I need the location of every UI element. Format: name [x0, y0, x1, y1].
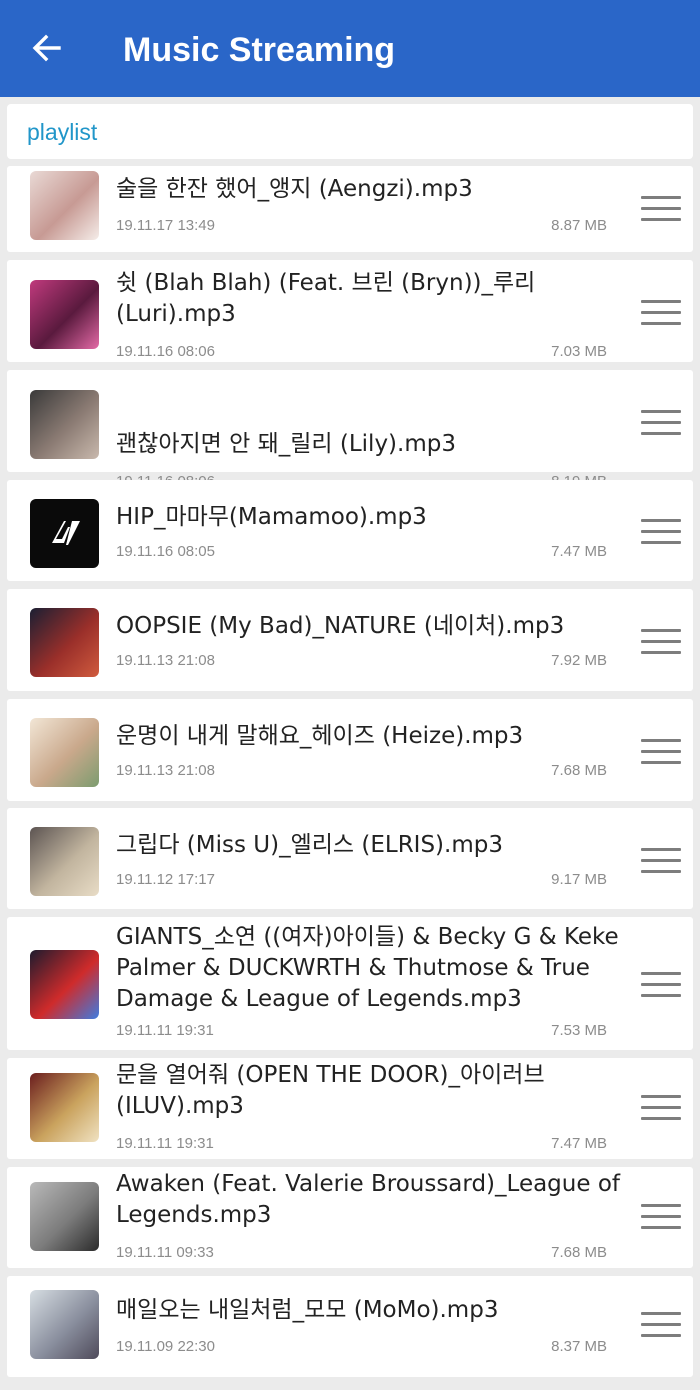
song-title: 괜찮아지면 안 돼_릴리 (Lily).mp3: [116, 431, 456, 457]
playlist-item[interactable]: 문을 열어줘 (OPEN THE DOOR)_아이러브 (ILUV).mp3 19…: [7, 1058, 693, 1159]
song-file-size: 7.47 MB: [551, 1135, 607, 1152]
drag-handle-icon[interactable]: [641, 196, 681, 222]
drag-handle-icon[interactable]: [641, 410, 681, 436]
drag-handle-icon[interactable]: [641, 972, 681, 998]
playlist-item[interactable]: 매일오는 내일처럼_모모 (MoMo).mp3 19.11.09 22:30 8.3…: [7, 1276, 693, 1377]
song-title: 쉿 (Blah Blah) (Feat. 브린 (Bryn))_루리 (Luri…: [116, 270, 536, 327]
album-art: [30, 1290, 99, 1359]
song-date: 19.11.13 21:08: [116, 652, 215, 669]
album-art: [30, 950, 99, 1019]
song-file-size: 7.53 MB: [551, 1022, 607, 1039]
page-title: Music Streaming: [123, 31, 396, 69]
song-file-size: 8.37 MB: [551, 1338, 607, 1355]
drag-handle-icon[interactable]: [641, 300, 681, 326]
playlist-item[interactable]: OOPSIE (My Bad)_NATURE (네이처).mp3 19.11.13…: [7, 589, 693, 691]
song-file-size: 8.87 MB: [551, 217, 607, 234]
song-date: 19.11.11 19:31: [116, 1022, 214, 1039]
song-date: 19.11.12 17:17: [116, 871, 215, 888]
drag-handle-icon[interactable]: [641, 1204, 681, 1230]
app-bar: Music Streaming: [0, 0, 700, 97]
playlist-item[interactable]: 술을 한잔 했어_앵지 (Aengzi).mp3 19.11.17 13:49 8.…: [7, 166, 693, 252]
album-art: [30, 499, 99, 568]
album-art: [30, 608, 99, 677]
song-title: 매일오는 내일처럼_모모 (MoMo).mp3: [116, 1297, 499, 1323]
song-title: GIANTS_소연 ((여자)아이들) & Becky G & Keke Pal…: [116, 924, 619, 1012]
song-date: 19.11.11 09:33: [116, 1244, 214, 1261]
album-art: [30, 718, 99, 787]
song-title: 그립다 (Miss U)_엘리스 (ELRIS).mp3: [116, 832, 503, 858]
song-title: HIP_마마무(Mamamoo).mp3: [116, 504, 427, 530]
drag-handle-icon[interactable]: [641, 1312, 681, 1338]
playlist-item[interactable]: 괜찮아지면 안 돼_릴리 (Lily).mp319.11.16 08:068.1…: [7, 370, 693, 490]
playlist-item[interactable]: 운명이 내게 말해요_헤이즈 (Heize).mp3 19.11.13 21:08…: [7, 699, 693, 801]
song-date: 19.11.16 08:05: [116, 543, 215, 560]
album-art: [30, 171, 99, 240]
drag-handle-icon[interactable]: [641, 739, 681, 765]
song-file-size: 7.68 MB: [551, 762, 607, 779]
playlist-header: playlist: [7, 104, 693, 159]
song-date: 19.11.17 13:49: [116, 217, 215, 234]
drag-handle-icon[interactable]: [641, 519, 681, 545]
drag-handle-icon[interactable]: [641, 1095, 681, 1121]
song-date: 19.11.09 22:30: [116, 1338, 215, 1355]
album-art: [30, 390, 99, 459]
album-art: [30, 1182, 99, 1251]
album-art: [30, 1073, 99, 1142]
song-date: 19.11.13 21:08: [116, 762, 215, 779]
song-file-size: 7.03 MB: [551, 343, 607, 360]
song-file-size: 7.47 MB: [551, 543, 607, 560]
song-file-size: 7.68 MB: [551, 1244, 607, 1261]
playlist-list: 술을 한잔 했어_앵지 (Aengzi).mp3 19.11.17 13:49 8.…: [7, 166, 693, 1390]
playlist-item[interactable]: Awaken (Feat. Valerie Broussard)_League …: [7, 1167, 693, 1268]
back-arrow-icon[interactable]: [29, 30, 65, 66]
album-art: [30, 827, 99, 896]
drag-handle-icon[interactable]: [641, 629, 681, 655]
playlist-item[interactable]: 쉿 (Blah Blah) (Feat. 브린 (Bryn))_루리 (Luri…: [7, 260, 693, 362]
song-title: 문을 열어줘 (OPEN THE DOOR)_아이러브 (ILUV).mp3: [116, 1062, 545, 1119]
song-title: OOPSIE (My Bad)_NATURE (네이처).mp3: [116, 613, 565, 639]
playlist-item[interactable]: HIP_마마무(Mamamoo).mp3 19.11.16 08:05 7.47 M…: [7, 480, 693, 581]
song-title: 운명이 내게 말해요_헤이즈 (Heize).mp3: [116, 723, 524, 749]
song-file-size: 7.92 MB: [551, 652, 607, 669]
song-date: 19.11.16 08:06: [116, 343, 215, 360]
album-art: [30, 280, 99, 349]
drag-handle-icon[interactable]: [641, 848, 681, 874]
song-title: Awaken (Feat. Valerie Broussard)_League …: [116, 1171, 620, 1228]
song-title: 술을 한잔 했어_앵지 (Aengzi).mp3: [116, 176, 473, 202]
playlist-item[interactable]: GIANTS_소연 ((여자)아이들) & Becky G & Keke Pal…: [7, 917, 693, 1050]
song-date: 19.11.11 19:31: [116, 1135, 214, 1152]
playlist-item[interactable]: 그립다 (Miss U)_엘리스 (ELRIS).mp3 19.11.12 17:…: [7, 808, 693, 909]
playlist-label: playlist: [27, 119, 98, 145]
song-file-size: 9.17 MB: [551, 871, 607, 888]
